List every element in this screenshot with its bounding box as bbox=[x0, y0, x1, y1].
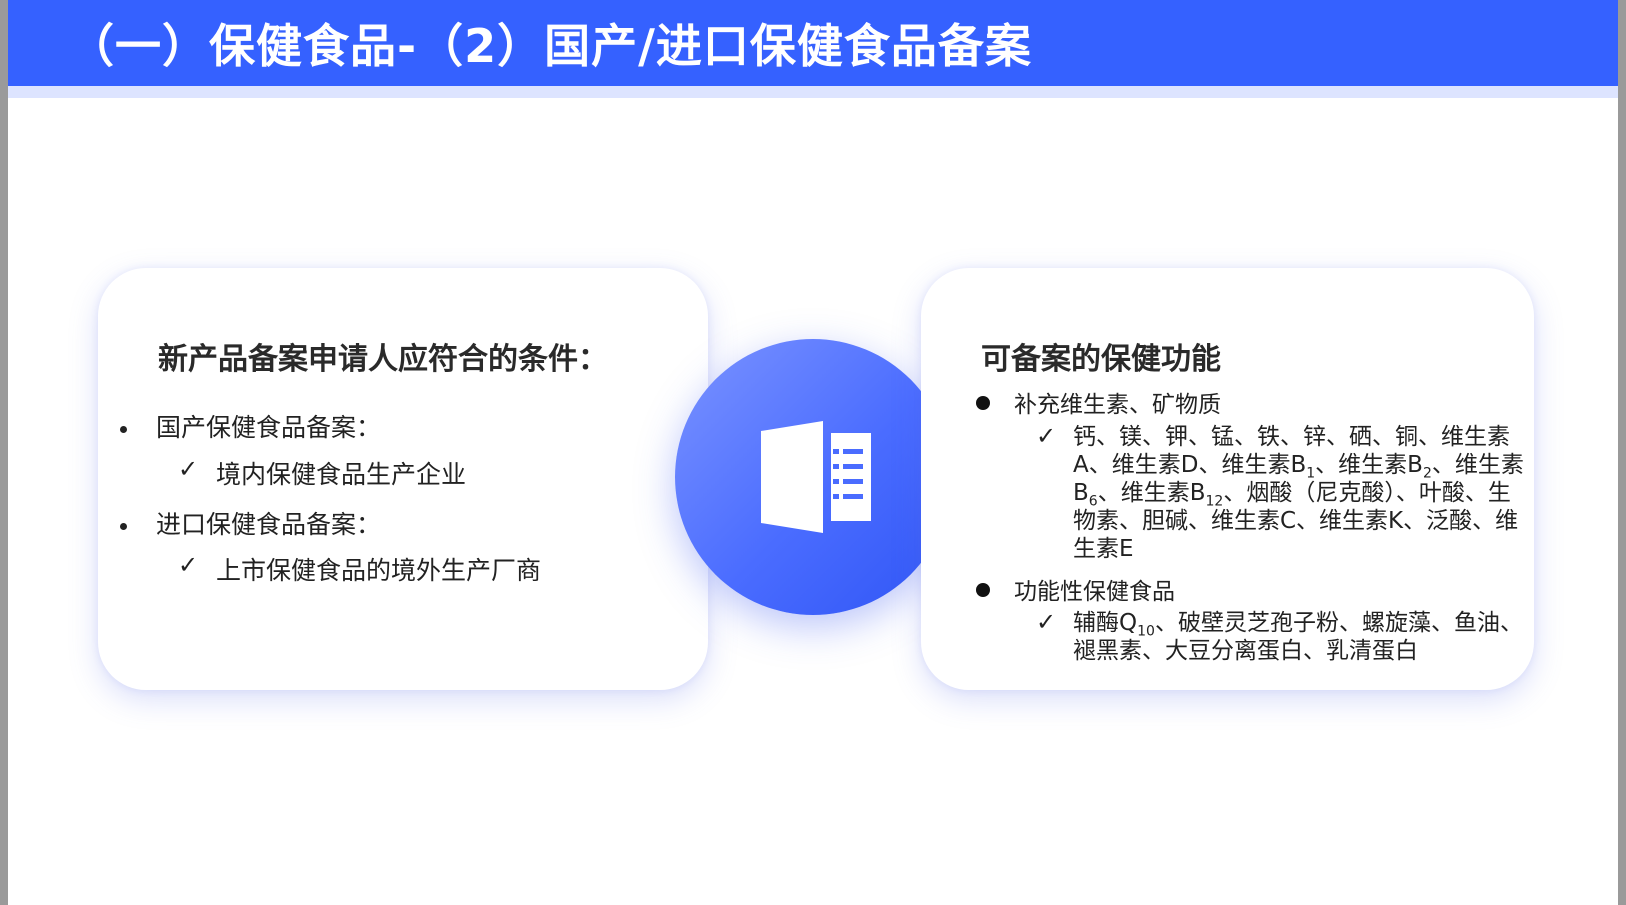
book-icon bbox=[761, 421, 871, 533]
functional-foods-list: 辅酶Q10、破壁灵芝孢子粉、螺旋藻、鱼油、褪黑素、大豆分离蛋白、乳清蛋白 bbox=[1073, 610, 1523, 664]
slide-title: （一）保健食品-（2）国产/进口保健食品备案 bbox=[68, 19, 1032, 73]
bullet-dot bbox=[120, 426, 127, 433]
slide: （一）保健食品-（2）国产/进口保健食品备案 新产品备案申请人应符合的条件： 国… bbox=[8, 0, 1618, 905]
bullet-dot bbox=[976, 583, 990, 597]
check-icon: ✓ bbox=[1036, 422, 1057, 450]
import-filing-label: 进口保健食品备案： bbox=[156, 510, 382, 539]
bullet-dot bbox=[976, 396, 990, 410]
center-circle bbox=[675, 339, 951, 615]
bullet-dot bbox=[120, 523, 127, 530]
functions-title: 可备案的保健功能 bbox=[981, 342, 1221, 377]
check-icon: ✓ bbox=[178, 551, 199, 579]
requirements-card: 新产品备案申请人应符合的条件： 国产保健食品备案： ✓ 境内保健食品生产企业 进… bbox=[98, 268, 708, 690]
check-icon: ✓ bbox=[178, 455, 199, 483]
vitamins-minerals-list: 钙、镁、钾、锰、铁、锌、硒、铜、维生素A、维生素D、维生素B1、维生素B2、维生… bbox=[1073, 424, 1524, 562]
domestic-filing-label: 国产保健食品备案： bbox=[156, 413, 382, 442]
import-filing-applicant: 上市保健食品的境外生产厂商 bbox=[216, 556, 542, 585]
functional-foods-label: 功能性保健食品 bbox=[1014, 579, 1175, 605]
domestic-filing-applicant: 境内保健食品生产企业 bbox=[216, 460, 467, 489]
functions-card: 可备案的保健功能 补充维生素、矿物质 ✓ 钙、镁、钾、锰、铁、锌、硒、铜、维生素… bbox=[921, 268, 1534, 690]
requirements-title: 新产品备案申请人应符合的条件： bbox=[158, 342, 608, 377]
check-icon: ✓ bbox=[1036, 608, 1057, 636]
header-bar: （一）保健食品-（2）国产/进口保健食品备案 bbox=[8, 0, 1618, 86]
header-strip bbox=[8, 86, 1618, 98]
vitamins-minerals-label: 补充维生素、矿物质 bbox=[1014, 392, 1221, 418]
